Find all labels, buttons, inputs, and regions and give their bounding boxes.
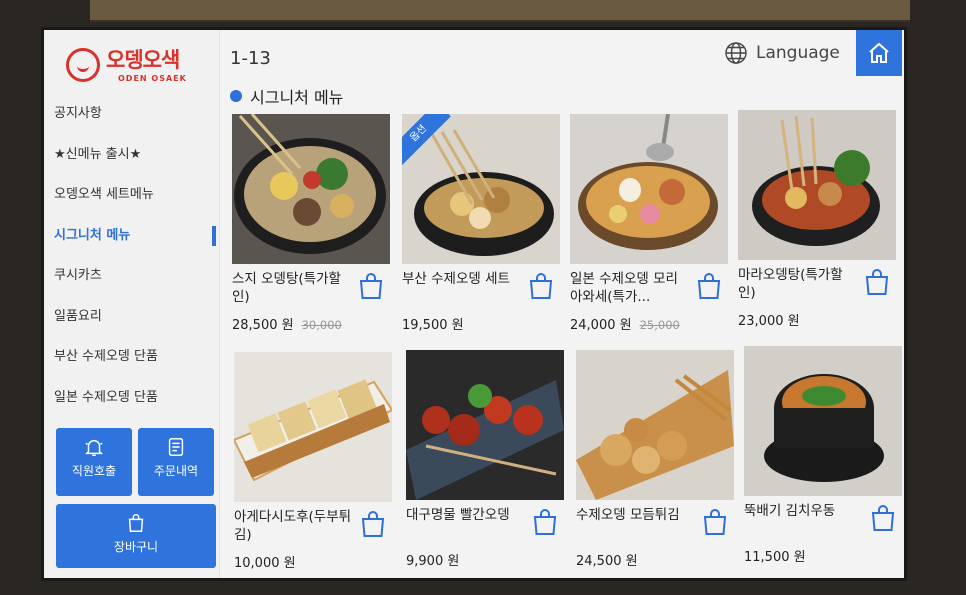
category-busan-oden[interactable]: 부산 수제오뎅 단품 <box>44 337 220 378</box>
product-photo <box>232 114 390 264</box>
section-heading: 시그니처 메뉴 <box>230 84 343 108</box>
product-card[interactable]: 뚝배기 김치우동 11,500 원 <box>744 346 902 576</box>
kiosk-screen: 오뎅오색 ODEN OSAEK 공지사항 ★신메뉴 출시★ 오뎅오색 세트메뉴 … <box>44 30 904 578</box>
product-photo: 옵션 <box>402 114 560 264</box>
home-button[interactable] <box>856 30 902 76</box>
product-name: 부산 수제오뎅 세트 <box>402 271 510 287</box>
product-price: 10,000 원 <box>234 556 296 571</box>
product-photo <box>576 350 734 500</box>
product-price: 19,500 원 <box>402 318 464 333</box>
product-price-line: 11,500 원 <box>744 546 814 565</box>
product-card[interactable]: 옵션 부산 수제오뎅 세트 19,500 원 <box>402 114 560 344</box>
product-card[interactable]: 대구명물 빨간오뎅 9,900 원 <box>406 350 564 578</box>
product-price: 28,500 원 <box>232 318 294 333</box>
staff-call-label: 직원호출 <box>71 464 117 478</box>
product-price: 23,000 원 <box>738 314 800 329</box>
product-old-price: 25,000 <box>639 318 680 332</box>
product-card[interactable]: 마라오뎅탕(특가할인) 23,000 원 <box>738 110 896 340</box>
cart-label: 장바구니 <box>113 540 159 554</box>
product-name: 수제오뎅 모듬튀김 <box>576 507 680 523</box>
add-to-cart-icon[interactable] <box>360 510 386 538</box>
product-photo <box>234 352 392 502</box>
product-price-line: 19,500 원 <box>402 314 472 333</box>
category-ilpum[interactable]: 일품요리 <box>44 297 220 338</box>
product-old-price: 30,000 <box>301 318 342 332</box>
category-japan-oden[interactable]: 일본 수제오뎅 단품 <box>44 378 220 419</box>
category-set-menu[interactable]: 오뎅오색 세트메뉴 <box>44 175 220 216</box>
home-icon <box>869 42 889 63</box>
product-price-line: 9,900 원 <box>406 550 467 569</box>
category-list: 공지사항 ★신메뉴 출시★ 오뎅오색 세트메뉴 시그니처 메뉴 쿠시카츠 일품요… <box>44 94 220 418</box>
logo-emblem-icon <box>66 48 100 82</box>
product-photo <box>570 114 728 264</box>
language-selector[interactable]: Language <box>724 40 840 66</box>
section-dot-icon <box>230 90 242 102</box>
category-kushikatsu[interactable]: 쿠시카츠 <box>44 256 220 297</box>
add-to-cart-icon[interactable] <box>864 268 890 296</box>
order-history-button[interactable]: 주문내역 <box>138 428 214 496</box>
brand-logo: 오뎅오색 ODEN OSAEK <box>64 38 214 90</box>
category-notice[interactable]: 공지사항 <box>44 94 220 135</box>
add-to-cart-icon[interactable] <box>358 272 384 300</box>
product-name: 아게다시도후(두부튀김) <box>234 509 352 543</box>
receipt-icon <box>168 438 184 456</box>
category-new-menu[interactable]: ★신메뉴 출시★ <box>44 135 220 176</box>
add-to-cart-icon[interactable] <box>870 504 896 532</box>
product-photo <box>738 110 896 260</box>
product-price: 24,000 원 <box>570 318 632 333</box>
brand-name-en: ODEN OSAEK <box>118 74 187 83</box>
device-bezel <box>90 0 910 22</box>
shopping-bag-icon <box>128 514 144 532</box>
globe-icon <box>725 42 747 64</box>
product-price: 9,900 원 <box>406 554 460 569</box>
product-card[interactable]: 수제오뎅 모듬튀김 24,500 원 <box>576 350 734 578</box>
product-name: 스지 오뎅탕(특가할인) <box>232 271 341 305</box>
product-card[interactable]: 일본 수제오뎅 모리아와세(특가... 24,000 원 25,000 <box>570 114 728 344</box>
product-price: 24,500 원 <box>576 554 638 569</box>
product-price-line: 28,500 원 30,000 <box>232 314 342 333</box>
category-signature[interactable]: 시그니처 메뉴 <box>44 216 220 257</box>
language-label: Language <box>756 43 840 63</box>
item-range: 1-13 <box>230 48 271 69</box>
cart-button[interactable]: 장바구니 <box>56 504 216 568</box>
product-name: 대구명물 빨간오뎅 <box>406 507 510 523</box>
staff-call-button[interactable]: 직원호출 <box>56 428 132 496</box>
product-price-line: 23,000 원 <box>738 310 808 329</box>
order-history-label: 주문내역 <box>153 464 199 478</box>
add-to-cart-icon[interactable] <box>696 272 722 300</box>
product-card[interactable]: 아게다시도후(두부튀김) 10,000 원 <box>234 352 392 578</box>
product-photo <box>744 346 902 496</box>
product-price-line: 24,500 원 <box>576 550 646 569</box>
bell-icon <box>84 439 104 456</box>
product-price-line: 24,000 원 25,000 <box>570 314 680 333</box>
product-card[interactable]: 스지 오뎅탕(특가할인) 28,500 원 30,000 <box>232 114 390 344</box>
product-price-line: 10,000 원 <box>234 552 304 571</box>
add-to-cart-icon[interactable] <box>532 508 558 536</box>
product-name: 뚝배기 김치우동 <box>744 503 836 519</box>
product-name: 마라오뎅탕(특가할인) <box>738 267 843 301</box>
add-to-cart-icon[interactable] <box>528 272 554 300</box>
add-to-cart-icon[interactable] <box>702 508 728 536</box>
sidebar: 오뎅오색 ODEN OSAEK 공지사항 ★신메뉴 출시★ 오뎅오색 세트메뉴 … <box>44 30 220 578</box>
product-photo <box>406 350 564 500</box>
brand-name: 오뎅오색 <box>106 48 180 72</box>
section-title: 시그니처 메뉴 <box>250 88 344 107</box>
product-name: 일본 수제오뎅 모리아와세(특가... <box>570 271 678 305</box>
product-price: 11,500 원 <box>744 550 806 565</box>
